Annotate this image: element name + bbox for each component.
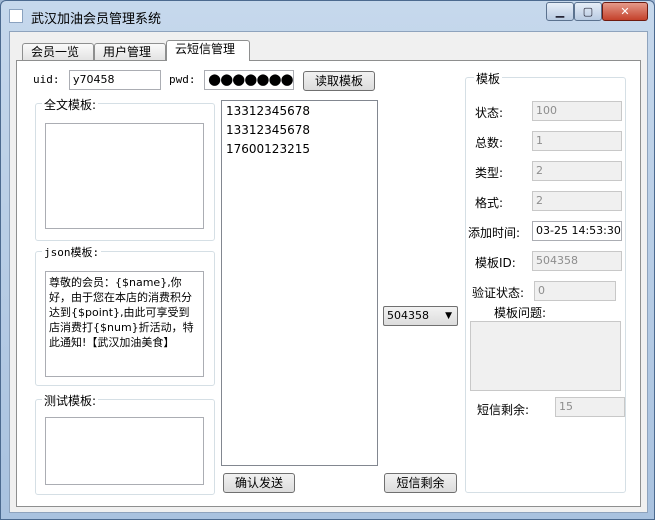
- title-bar[interactable]: 武汉加油会员管理系统 ▁ ▢ ✕: [1, 1, 654, 31]
- pwd-input[interactable]: ●●●●●●●●: [204, 70, 294, 90]
- json-template-title: json模板:: [42, 244, 102, 260]
- test-template-title: 测试模板:: [42, 392, 99, 409]
- fulltext-template-textarea[interactable]: [45, 123, 204, 229]
- confirm-send-button[interactable]: 确认发送: [223, 473, 295, 493]
- template-id-select[interactable]: 504358 ▼: [383, 306, 458, 326]
- cloud-sms-page: uid: y70458 pwd: ●●●●●●●● 读取模板 全文模板: jso…: [16, 60, 641, 507]
- tab-member-overview[interactable]: 会员一览: [22, 43, 94, 60]
- window-title: 武汉加油会员管理系统: [31, 12, 162, 27]
- app-window: 武汉加油会员管理系统 ▁ ▢ ✕ 会员一览 用户管理 云短信管理 uid: y7…: [0, 0, 655, 520]
- list-item[interactable]: 13312345678: [222, 102, 377, 121]
- total-field[interactable]: 1: [532, 131, 622, 151]
- client-area: 会员一览 用户管理 云短信管理 uid: y70458 pwd: ●●●●●●●…: [9, 31, 648, 513]
- app-icon: [9, 9, 23, 23]
- format-field[interactable]: 2: [532, 191, 622, 211]
- chevron-down-icon: ▼: [445, 311, 452, 321]
- fulltext-template-title: 全文模板:: [42, 96, 99, 113]
- template-issue-textarea[interactable]: [470, 321, 621, 391]
- type-label: 类型:: [475, 166, 504, 180]
- json-template-group: json模板: 尊敬的会员：{$name},你好，由于您在本店的消费积分达到{$…: [35, 244, 215, 386]
- tab-user-management[interactable]: 用户管理: [94, 43, 166, 60]
- verify-status-field[interactable]: 0: [534, 281, 616, 301]
- sms-left-label: 短信剩余:: [477, 403, 530, 417]
- tab-cloud-sms[interactable]: 云短信管理: [166, 40, 250, 61]
- list-item[interactable]: 17600123215: [222, 140, 377, 159]
- test-template-group: 测试模板:: [35, 392, 215, 495]
- type-field[interactable]: 2: [532, 161, 622, 181]
- template-issue-label: 模板问题:: [494, 306, 547, 320]
- format-label: 格式:: [475, 196, 504, 210]
- status-field[interactable]: 100: [532, 101, 622, 121]
- status-label: 状态:: [475, 106, 504, 120]
- template-id-field[interactable]: 504358: [532, 251, 622, 271]
- template-id-label: 模板ID:: [475, 256, 516, 270]
- json-template-text: 尊敬的会员：{$name},你好，由于您在本店的消费积分达到{$point},由…: [49, 276, 194, 349]
- total-label: 总数:: [475, 136, 504, 150]
- verify-status-label: 验证状态:: [472, 286, 525, 300]
- list-item[interactable]: 13312345678: [222, 121, 377, 140]
- template-info-title: 模板: [474, 70, 503, 87]
- uid-input[interactable]: y70458: [69, 70, 161, 90]
- maximize-button[interactable]: ▢: [574, 2, 602, 21]
- added-time-field[interactable]: 03-25 14:53:30: [532, 221, 622, 241]
- sms-remaining-button[interactable]: 短信剩余: [384, 473, 457, 493]
- template-id-select-value: 504358: [387, 309, 429, 322]
- sms-left-field[interactable]: 15: [555, 397, 625, 417]
- test-template-textarea[interactable]: [45, 417, 204, 485]
- added-time-label: 添加时间:: [468, 226, 521, 240]
- json-template-textarea[interactable]: 尊敬的会员：{$name},你好，由于您在本店的消费积分达到{$point},由…: [45, 271, 204, 377]
- pwd-label: pwd:: [169, 73, 196, 86]
- read-template-button[interactable]: 读取模板: [303, 71, 375, 91]
- fulltext-template-group: 全文模板:: [35, 96, 215, 241]
- template-info-group: 模板 状态: 100 总数: 1 类型: 2 格式: 2 添加时间: 03-25…: [465, 70, 626, 493]
- phone-listbox[interactable]: 13312345678 13312345678 17600123215: [221, 100, 378, 466]
- minimize-button[interactable]: ▁: [546, 2, 574, 21]
- uid-label: uid:: [33, 73, 60, 86]
- close-button[interactable]: ✕: [602, 2, 648, 21]
